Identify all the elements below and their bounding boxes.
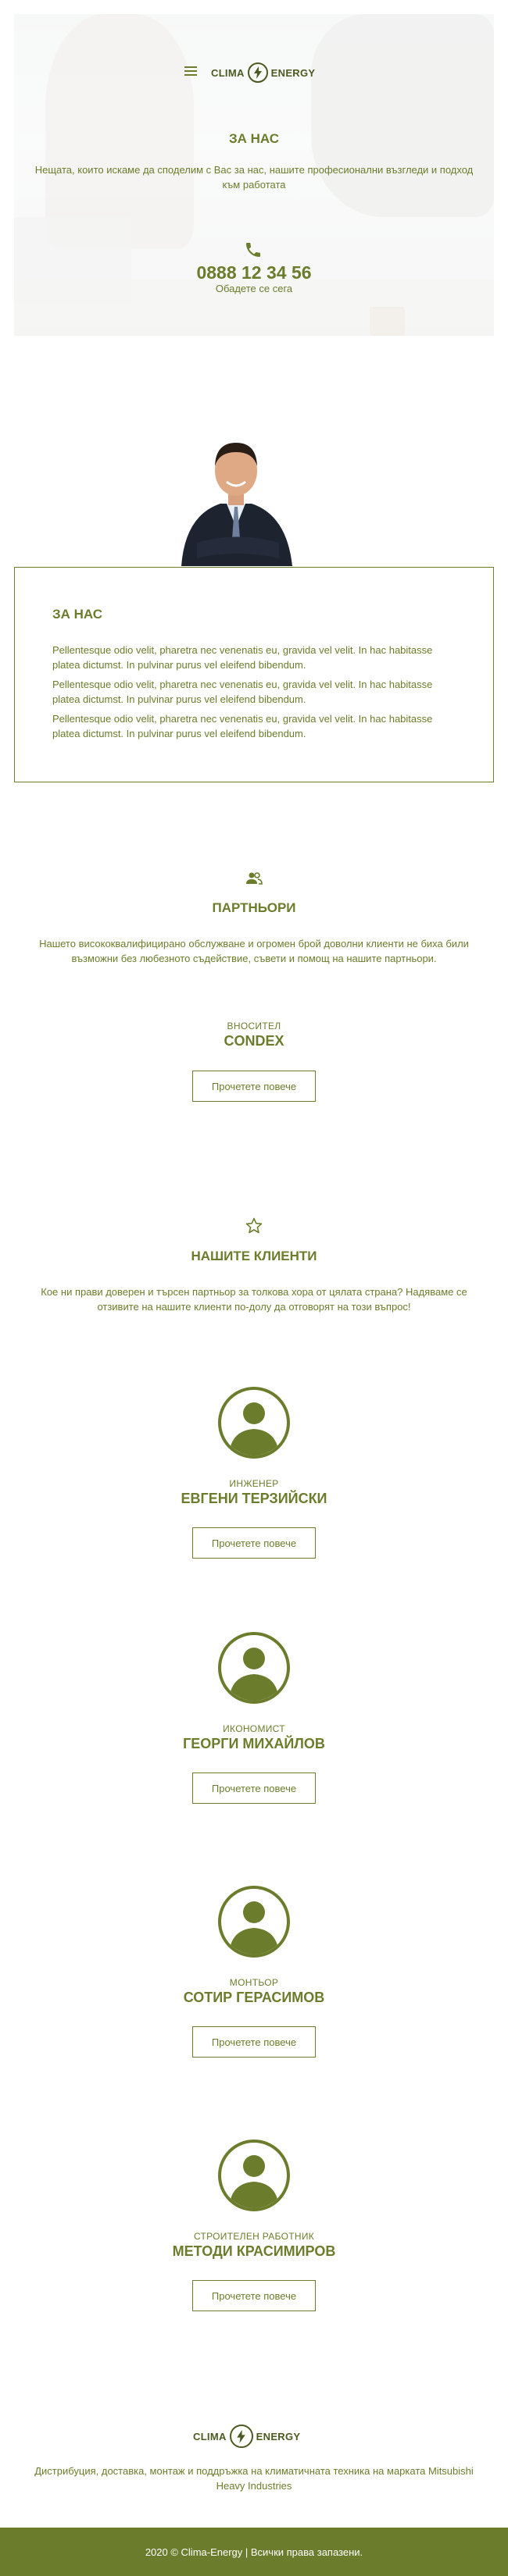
logo-text-right: ENERGY [256, 2430, 301, 2442]
client-read-more-button[interactable]: Прочетете повече [192, 2280, 316, 2311]
avatar [218, 1387, 290, 1459]
logo-text-right: ENERGY [270, 66, 316, 79]
client-role: МОНТЬОР [229, 1977, 279, 1988]
about-title: ЗА НАС [52, 607, 103, 622]
partner-read-more-button[interactable]: Прочетете повече [192, 1071, 316, 1102]
about-paragraph: Pellentesque odio velit, pharetra nec ve… [52, 644, 433, 671]
lightning-bolt-icon [247, 62, 268, 83]
client-name: СОТИР ГЕРАСИМОВ [183, 1990, 325, 2005]
copyright-text: 2020 © Clima-Energy | Всички права запаз… [145, 2546, 363, 2558]
star-icon [245, 1217, 263, 1234]
partner-role: ВНОСИТЕЛ [227, 1021, 281, 1031]
partner-name: CONDEX [224, 1033, 284, 1049]
client-role: ИКОНОМИСТ [223, 1723, 285, 1734]
person-silhouette-icon [229, 1648, 279, 1701]
logo-text-left: CLIMA [193, 2430, 227, 2442]
lightning-bolt-icon [229, 2425, 253, 2448]
call-now-text: Обадете се сега [215, 283, 293, 294]
about-card: ЗА НАС Pellentesque odio velit, pharetra… [14, 567, 494, 782]
about-paragraph: Pellentesque odio velit, pharetra nec ve… [52, 713, 433, 739]
avatar [218, 1632, 290, 1704]
person-silhouette-icon [229, 1402, 279, 1455]
logo-text-left: CLIMA [211, 66, 245, 79]
client-role: СТРОИТЕЛЕН РАБОТНИК [193, 2231, 315, 2242]
client-read-more-button[interactable]: Прочетете повече [192, 2026, 316, 2058]
hero-section: CLIMA ENERGY ЗА НАС Нещата, които искаме… [14, 14, 494, 336]
page-title: ЗА НАС [228, 131, 280, 146]
client-name: ГЕОРГИ МИХАЙЛОВ [183, 1736, 325, 1751]
avatar [218, 1886, 290, 1958]
clients-title: НАШИТЕ КЛИЕНТИ [191, 1249, 317, 1263]
person-silhouette-icon [229, 2155, 279, 2208]
partners-title: ПАРТНЬОРИ [212, 900, 296, 915]
hamburger-menu-icon[interactable] [184, 66, 197, 77]
partners-description: Нашето висококвалифицирано обслужване и … [39, 938, 469, 964]
avatar [218, 2140, 290, 2211]
about-paragraph: Pellentesque odio velit, pharetra nec ve… [52, 679, 433, 705]
navbar: CLIMA ENERGY [14, 62, 494, 83]
about-businessman-photo [181, 443, 292, 566]
client-role: ИНЖЕНЕР [229, 1478, 279, 1489]
users-icon [246, 872, 263, 885]
footer-logo[interactable]: CLIMA ENERGY [193, 2425, 300, 2448]
page-subtitle: Нещата, които искаме да споделим с Вас з… [34, 164, 474, 191]
footer-description: Дистрибуция, доставка, монтаж и поддръжк… [34, 2465, 474, 2492]
footer-copyright-bar: 2020 © Clima-Energy | Всички права запаз… [0, 2528, 508, 2576]
header-logo[interactable]: CLIMA ENERGY [211, 62, 315, 83]
phone-icon [246, 243, 260, 257]
client-name: ЕВГЕНИ ТЕРЗИЙСКИ [181, 1491, 327, 1506]
client-read-more-button[interactable]: Прочетете повече [192, 1527, 316, 1559]
person-silhouette-icon [229, 1901, 279, 1954]
client-name: МЕТОДИ КРАСИМИРОВ [172, 2243, 336, 2259]
phone-number-link[interactable]: 0888 12 34 56 [14, 262, 494, 283]
clients-description: Кое ни прави доверен и търсен партньор з… [41, 1286, 467, 1313]
client-read-more-button[interactable]: Прочетете повече [192, 1773, 316, 1804]
